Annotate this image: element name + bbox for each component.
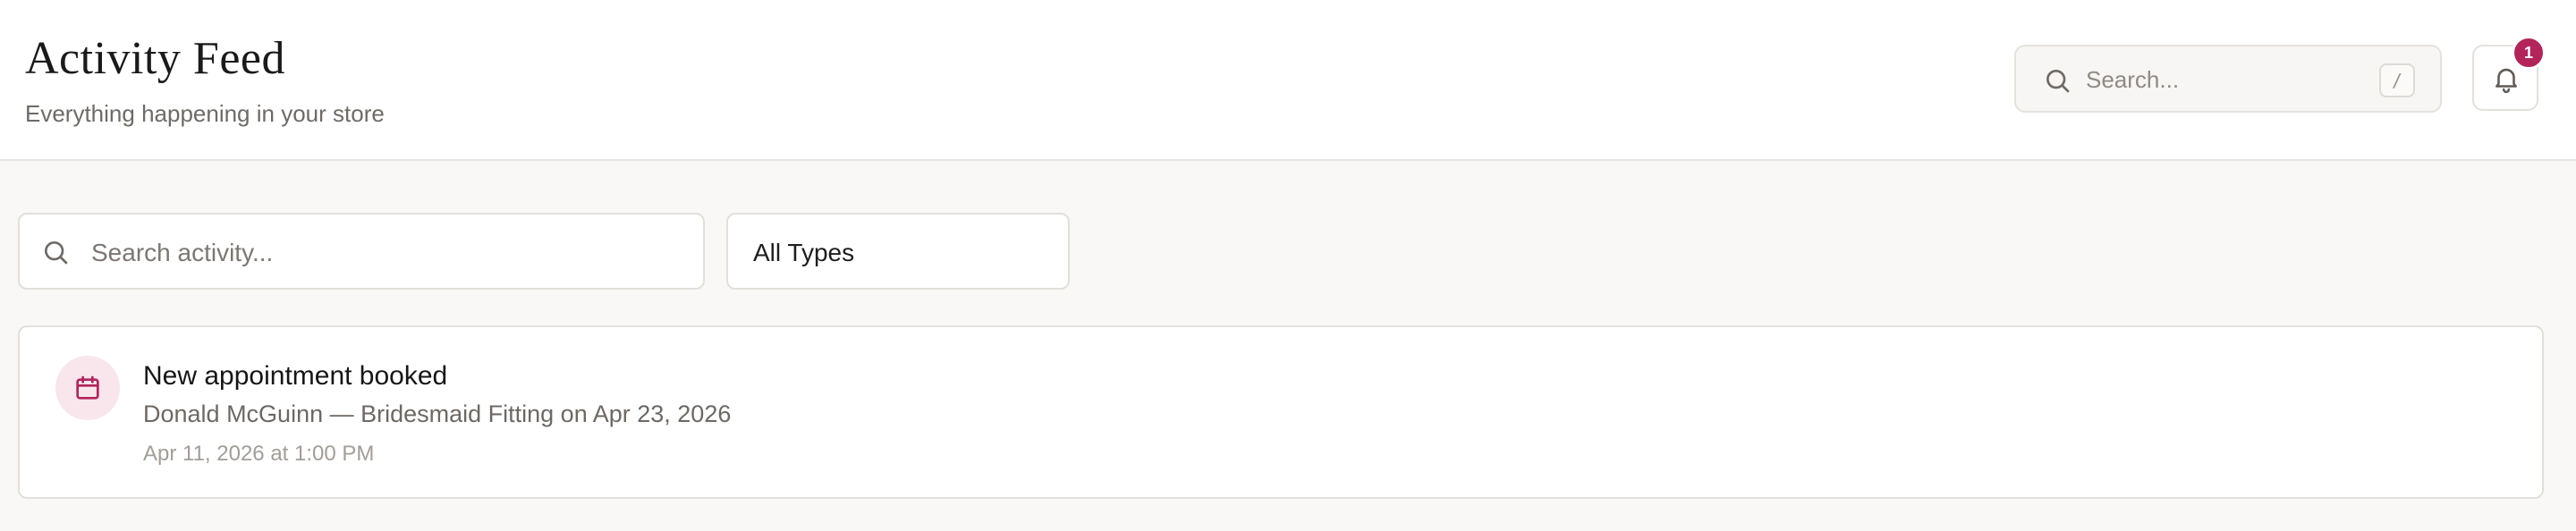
- page-header: Activity Feed Everything happening in yo…: [0, 0, 2576, 161]
- bell-icon: [2496, 68, 2517, 94]
- activity-search-placeholder: Search activity...: [91, 239, 274, 266]
- activity-icon-badge: [55, 356, 120, 420]
- search-icon: [2046, 70, 2070, 93]
- activity-description: Donald McGuinn — Bridesmaid Fitting on A…: [143, 400, 732, 427]
- search-shortcut-key: /: [2379, 63, 2415, 97]
- activity-timestamp: Apr 11, 2026 at 1:00 PM: [143, 442, 375, 466]
- global-search-input[interactable]: Search... /: [2014, 45, 2442, 113]
- notification-count-badge: 1: [2512, 36, 2546, 70]
- page-title: Activity Feed: [25, 33, 286, 84]
- activity-search-input[interactable]: Search activity...: [18, 213, 705, 290]
- search-icon: [45, 241, 68, 265]
- activity-title: New appointment booked: [143, 361, 448, 391]
- activity-type-select[interactable]: All Types: [726, 213, 1070, 290]
- page-subtitle: Everything happening in your store: [25, 100, 385, 127]
- calendar-icon: [76, 375, 99, 400]
- global-search-placeholder: Search...: [2086, 66, 2180, 93]
- activity-type-value: All Types: [753, 239, 855, 266]
- activity-item[interactable]: New appointment booked Donald McGuinn — …: [18, 325, 2544, 499]
